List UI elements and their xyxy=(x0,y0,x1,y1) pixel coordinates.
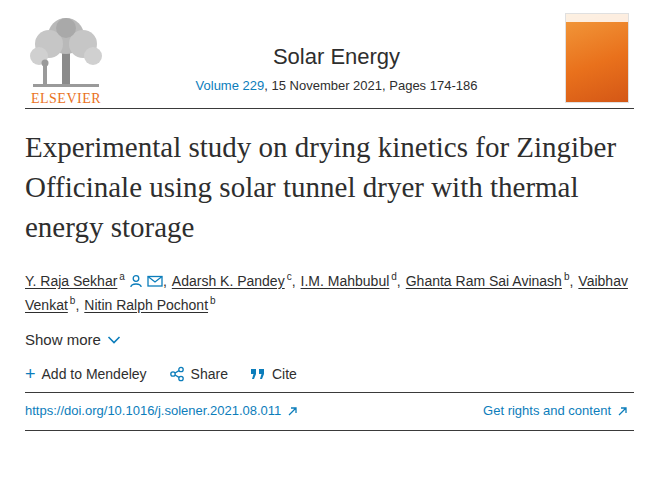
author: Ghanta Ram Sai Avinashb, xyxy=(406,273,574,289)
author-name[interactable]: I.M. Mahbubul xyxy=(301,273,390,289)
author: Adarsh K. Pandeyc, xyxy=(172,273,296,289)
divider xyxy=(25,430,634,431)
action-button[interactable]: Cite xyxy=(250,366,297,382)
show-more-button[interactable]: Show more xyxy=(25,331,634,348)
author-affiliation[interactable]: b xyxy=(564,271,570,282)
author-name[interactable]: Ghanta Ram Sai Avinash xyxy=(406,273,562,289)
mail-icon[interactable] xyxy=(147,274,163,288)
author-affiliation[interactable]: a xyxy=(119,271,125,282)
journal-header: ELSEVIER Solar Energy Volume 229, 15 Novem… xyxy=(25,0,634,108)
link-row: https://doi.org/10.1016/j.solener.2021.0… xyxy=(25,393,634,430)
external-link-icon xyxy=(617,406,628,417)
article-body: Experimental study on drying kinetics fo… xyxy=(25,109,634,382)
article-title: Experimental study on drying kinetics fo… xyxy=(25,127,637,247)
cover-band xyxy=(566,14,628,22)
quote-icon xyxy=(250,367,266,381)
author: I.M. Mahbubuld, xyxy=(301,273,401,289)
author-affiliation[interactable]: b xyxy=(70,295,76,306)
divider xyxy=(25,108,634,109)
author-affiliation[interactable]: c xyxy=(287,271,292,282)
plus-icon: + xyxy=(25,366,36,382)
person-icon[interactable] xyxy=(129,274,143,288)
author-separator: , xyxy=(292,273,296,289)
action-label: Add to Mendeley xyxy=(42,366,147,382)
chevron-icon xyxy=(107,335,121,345)
tree-icon xyxy=(25,14,107,90)
doi-text: https://doi.org/10.1016/j.solener.2021.0… xyxy=(25,402,281,420)
author-name[interactable]: Adarsh K. Pandey xyxy=(172,273,285,289)
action-label: Cite xyxy=(272,366,297,382)
author: Nitin Ralph Pochontb xyxy=(84,297,215,313)
journal-info: Solar Energy Volume 229, 15 November 2021… xyxy=(196,14,478,93)
doi-link[interactable]: https://doi.org/10.1016/j.solener.2021.0… xyxy=(25,402,298,420)
author-name[interactable]: Nitin Ralph Pochont xyxy=(84,297,208,313)
external-link-icon xyxy=(287,406,298,417)
article-page: ELSEVIER Solar Energy Volume 229, 15 Novem… xyxy=(0,0,646,480)
volume-link[interactable]: Volume 229 xyxy=(196,78,265,93)
divider xyxy=(25,392,634,393)
rights-text: Get rights and content xyxy=(483,402,611,420)
journal-title[interactable]: Solar Energy xyxy=(273,44,400,70)
author: Y. Raja Sekhara, xyxy=(25,273,167,289)
share-icon xyxy=(169,366,185,382)
author-list: Y. Raja Sekhara,Adarsh K. Pandeyc,I.M. M… xyxy=(25,269,634,317)
action-bar: + Add to Mendeley Share Cite xyxy=(25,366,634,382)
issue-details: , 15 November 2021, Pages 174-186 xyxy=(264,78,477,93)
elsevier-logo[interactable]: ELSEVIER xyxy=(25,14,107,107)
author-affiliation[interactable]: b xyxy=(210,295,216,306)
author-name[interactable]: Y. Raja Sekhar xyxy=(25,273,117,289)
action-label: Share xyxy=(191,366,228,382)
action-button[interactable]: Share xyxy=(169,366,228,382)
author-separator: , xyxy=(397,273,401,289)
author-separator: , xyxy=(75,297,79,313)
action-button[interactable]: + Add to Mendeley xyxy=(25,366,147,382)
rights-link[interactable]: Get rights and content xyxy=(483,402,628,420)
author-separator: , xyxy=(569,273,573,289)
show-more-label: Show more xyxy=(25,331,101,348)
logo-wordmark: ELSEVIER xyxy=(31,91,101,107)
author-separator: , xyxy=(163,273,167,289)
journal-meta: Volume 229, 15 November 2021, Pages 174-… xyxy=(196,78,478,93)
journal-cover[interactable] xyxy=(566,14,628,102)
author-affiliation[interactable]: d xyxy=(391,271,397,282)
